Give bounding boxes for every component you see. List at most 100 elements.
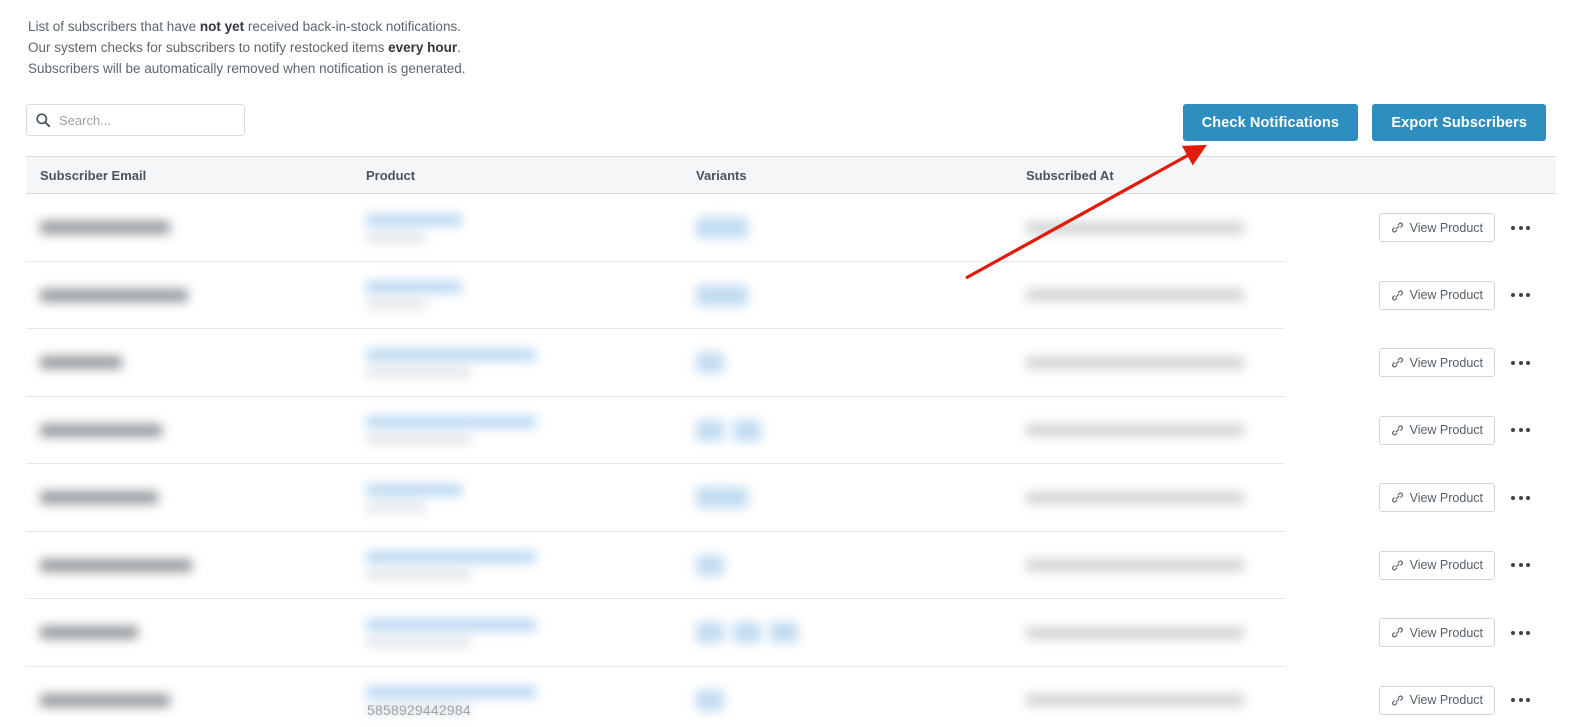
- check-notifications-button[interactable]: Check Notifications: [1182, 104, 1358, 141]
- view-product-label: View Product: [1409, 625, 1483, 640]
- redacted-product: [366, 483, 696, 512]
- column-header-product[interactable]: Product: [366, 168, 696, 183]
- cell-subscribed-at: [1026, 221, 1291, 234]
- table-row[interactable]: View Product: [26, 329, 1556, 397]
- view-product-button[interactable]: View Product: [1378, 415, 1495, 445]
- table-row[interactable]: View Product: [26, 532, 1556, 600]
- cell-variants: [696, 622, 1026, 644]
- cell-actions: View Product: [1291, 550, 1556, 580]
- row-overflow-menu-icon[interactable]: [1509, 625, 1532, 641]
- row-overflow-menu-icon[interactable]: [1509, 220, 1532, 236]
- back-in-stock-subscribers-page: List of subscribers that have not yet re…: [0, 0, 1576, 727]
- table-row[interactable]: View Product: [26, 464, 1556, 532]
- intro-line-1: List of subscribers that have not yet re…: [28, 16, 465, 37]
- view-product-button[interactable]: View Product: [1378, 213, 1495, 243]
- view-product-button[interactable]: View Product: [1378, 348, 1495, 378]
- redacted-email: [40, 491, 158, 505]
- redacted-date: [1026, 559, 1244, 572]
- redacted-product: [366, 618, 696, 647]
- link-icon: [1391, 492, 1403, 503]
- link-icon: [1391, 290, 1403, 301]
- variant-badge: [696, 217, 748, 239]
- intro-description: List of subscribers that have not yet re…: [28, 16, 465, 79]
- link-icon: [1391, 560, 1403, 571]
- cell-subscriber-email: [26, 423, 366, 437]
- redacted-product: [366, 551, 696, 580]
- link-icon: [1391, 425, 1403, 436]
- cell-subscribed-at: [1026, 559, 1291, 572]
- cell-variants: [696, 689, 1026, 711]
- intro-line-3: Subscribers will be automatically remove…: [28, 61, 466, 76]
- redacted-email: [40, 221, 170, 235]
- subscribers-table: Subscriber Email Product Variants Subscr…: [26, 156, 1556, 727]
- view-product-label: View Product: [1409, 288, 1483, 303]
- column-header-variants[interactable]: Variants: [696, 168, 1026, 183]
- view-product-label: View Product: [1409, 355, 1483, 370]
- table-row[interactable]: View Product: [26, 667, 1556, 727]
- table-row[interactable]: View Product: [26, 599, 1556, 667]
- intro-line-2: Our system checks for subscribers to not…: [28, 37, 465, 58]
- link-icon: [1391, 222, 1403, 233]
- row-overflow-menu-icon[interactable]: [1509, 422, 1532, 438]
- view-product-button[interactable]: View Product: [1378, 618, 1495, 648]
- redacted-email: [40, 558, 192, 572]
- cell-product[interactable]: [366, 618, 696, 647]
- cell-subscriber-email: [26, 356, 366, 370]
- variant-badge: [696, 284, 748, 306]
- redacted-product: [366, 281, 696, 310]
- view-product-button[interactable]: View Product: [1378, 550, 1495, 580]
- row-overflow-menu-icon[interactable]: [1509, 287, 1532, 303]
- footer-identifier: 5858929442984: [367, 702, 471, 718]
- redacted-email: [40, 288, 188, 302]
- column-header-subscribed-at[interactable]: Subscribed At: [1026, 168, 1291, 183]
- intro-line-2-pre: Our system checks for subscribers to not…: [28, 40, 389, 55]
- redacted-date: [1026, 356, 1244, 369]
- cell-product[interactable]: [366, 348, 696, 377]
- cell-variants: [696, 352, 1026, 374]
- export-subscribers-button[interactable]: Export Subscribers: [1372, 104, 1546, 141]
- row-overflow-menu-icon[interactable]: [1509, 557, 1532, 573]
- view-product-label: View Product: [1409, 558, 1483, 573]
- table-row[interactable]: View Product: [26, 194, 1556, 262]
- row-overflow-menu-icon[interactable]: [1509, 355, 1532, 371]
- cell-actions: View Product: [1291, 685, 1556, 715]
- view-product-button[interactable]: View Product: [1378, 685, 1495, 715]
- redacted-email: [40, 626, 138, 640]
- search-input[interactable]: [59, 112, 236, 128]
- cell-product[interactable]: [366, 483, 696, 512]
- cell-product[interactable]: [366, 416, 696, 445]
- view-product-label: View Product: [1409, 220, 1483, 235]
- view-product-button[interactable]: View Product: [1378, 280, 1495, 310]
- view-product-label: View Product: [1409, 693, 1483, 708]
- cell-subscribed-at: [1026, 491, 1291, 504]
- cell-variants: [696, 284, 1026, 306]
- variant-badge: [696, 352, 724, 374]
- redacted-date: [1026, 491, 1244, 504]
- cell-subscriber-email: [26, 221, 366, 235]
- row-overflow-menu-icon[interactable]: [1509, 490, 1532, 506]
- cell-actions: View Product: [1291, 618, 1556, 648]
- redacted-date: [1026, 626, 1244, 639]
- cell-actions: View Product: [1291, 213, 1556, 243]
- cell-subscriber-email: [26, 288, 366, 302]
- table-row[interactable]: View Product: [26, 262, 1556, 330]
- table-row[interactable]: View Product: [26, 397, 1556, 465]
- row-overflow-menu-icon[interactable]: [1509, 692, 1532, 708]
- cell-subscribed-at: [1026, 289, 1291, 302]
- cell-variants: [696, 419, 1026, 441]
- redacted-product: [366, 213, 696, 242]
- cell-subscriber-email: [26, 693, 366, 707]
- cell-subscribed-at: [1026, 626, 1291, 639]
- cell-product[interactable]: [366, 551, 696, 580]
- view-product-button[interactable]: View Product: [1378, 483, 1495, 513]
- cell-actions: View Product: [1291, 415, 1556, 445]
- cell-product[interactable]: [366, 213, 696, 242]
- toolbar: Check Notifications Export Subscribers: [0, 104, 1576, 144]
- cell-product[interactable]: [366, 281, 696, 310]
- search-box[interactable]: [26, 104, 245, 136]
- link-icon: [1391, 627, 1403, 638]
- column-header-subscriber-email[interactable]: Subscriber Email: [26, 168, 366, 183]
- view-product-label: View Product: [1409, 423, 1483, 438]
- redacted-product: [366, 348, 696, 377]
- redacted-date: [1026, 221, 1244, 234]
